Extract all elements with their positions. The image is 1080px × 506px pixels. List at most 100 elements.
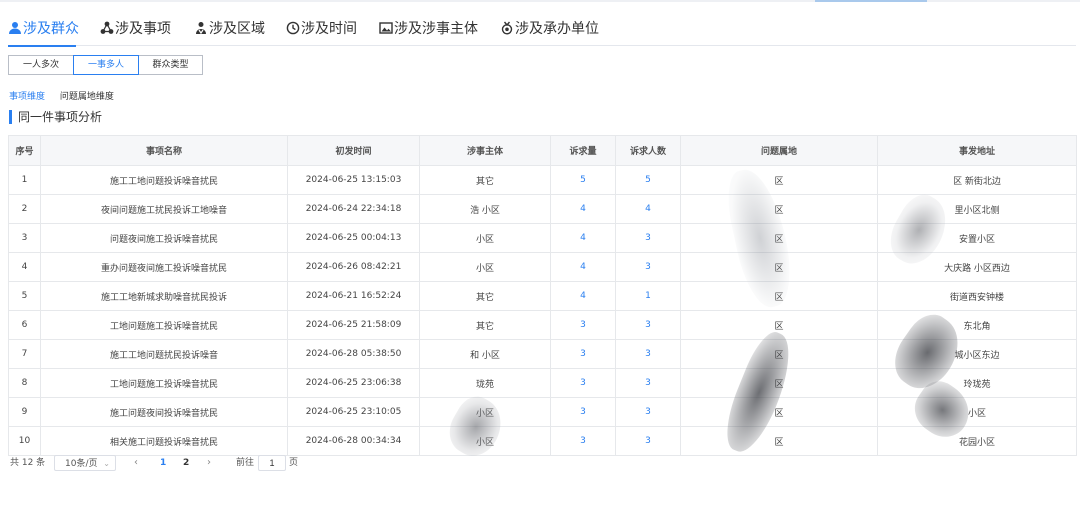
header-index[interactable]: 序号 [8,135,41,166]
page-1-button[interactable]: 1 [160,455,166,471]
cell-index: 3 [8,223,41,253]
cell-address: 城小区东边 [877,339,1077,369]
table-row[interactable]: 1 施工工地问题投诉噪音扰民 2024-06-25 13:15:03 其它 5 5 区区 新… [8,165,1077,195]
table-row[interactable]: 3 问题夜间施工投诉噪音扰民 2024-06-25 00:04:13 小区 4 3 区安置小… [8,223,1077,253]
cell-address: 小区 [877,397,1077,427]
cell-appeal-people[interactable]: 4 [615,194,681,224]
cell-area: 区 [680,252,878,282]
cell-appeal-people[interactable]: 3 [615,426,681,456]
cell-appeal-count[interactable]: 3 [550,397,616,427]
cell-appeal-people[interactable]: 3 [615,368,681,398]
segment-one-person-many-times[interactable]: 一人多次 [8,55,74,75]
page-2-button[interactable]: 2 [183,455,189,471]
cell-first-time: 2024-06-25 23:10:05 [287,397,420,427]
header-area[interactable]: 问题属地 [680,135,878,166]
tab-involved-unit[interactable]: 涉及承办单位 [500,18,599,46]
cell-matter-name: 工地问题施工投诉噪音扰民 [40,368,288,398]
table-row[interactable]: 4 重办问题夜间施工投诉噪音扰民 2024-06-26 08:42:21 小区 4 3 区大… [8,252,1077,282]
segment-one-matter-many-people[interactable]: 一事多人 [73,55,139,75]
cell-appeal-count[interactable]: 4 [550,281,616,311]
cell-matter-name: 施工工地问题投诉噪音扰民 [40,165,288,195]
cell-appeal-people[interactable]: 3 [615,223,681,253]
tab-involved-region[interactable]: 涉及区域 [194,18,265,46]
cell-address: 东北角 [877,310,1077,340]
table-row[interactable]: 2 夜间问题施工扰民投诉工地噪音 2024-06-24 22:34:18 浩 小区 4 4… [8,194,1077,224]
table-row[interactable]: 7 施工工地问题扰民投诉噪音 2024-06-28 05:38:50 和 小区 3 3 区城… [8,339,1077,369]
header-matter-name[interactable]: 事项名称 [40,135,288,166]
table-row[interactable]: 9 施工问题夜间投诉噪音扰民 2024-06-25 23:10:05 小区 3 3 区小区 [8,397,1077,427]
prev-page-icon[interactable]: ‹ [134,455,138,471]
cell-index: 10 [8,426,41,456]
tab-label: 涉及群众 [23,21,79,37]
table-row[interactable]: 8 工地问题施工投诉噪音扰民 2024-06-25 23:06:38 珑苑 3 3 区玲珑苑 [8,368,1077,398]
table-row[interactable]: 5 施工工地新城求助噪音扰民投诉 2024-06-21 16:52:24 其它 4 1 区街… [8,281,1077,311]
tab-involved-people[interactable]: 涉及群众 [8,18,79,47]
cell-subject: 珑苑 [419,368,551,398]
medal-icon [501,21,513,35]
cell-matter-name: 相关施工问题投诉噪音扰民 [40,426,288,456]
header-appeal-people[interactable]: 诉求人数 [615,135,681,166]
main-tab-bar: 涉及群众 涉及事项 涉及区域 涉及时间 涉及涉事主体 涉及承办单位 [8,18,1076,47]
cell-matter-name: 问题夜间施工投诉噪音扰民 [40,223,288,253]
tab-label: 涉及时间 [301,21,357,37]
matter-analysis-table: 序号 事项名称 初发时间 涉事主体 诉求量 诉求人数 问题属地 事发地址 1 施工… [8,135,1077,456]
cell-appeal-people[interactable]: 3 [615,397,681,427]
cell-appeal-count[interactable]: 5 [550,165,616,195]
cell-first-time: 2024-06-25 21:58:09 [287,310,420,340]
jump-suffix: 页 [289,458,299,468]
cell-first-time: 2024-06-26 08:42:21 [287,252,420,282]
next-page-icon[interactable]: › [207,455,211,471]
page-size-select[interactable]: 10条/页 ⌄ [54,455,116,471]
cell-index: 6 [8,310,41,340]
cell-appeal-count[interactable]: 3 [550,310,616,340]
header-subject[interactable]: 涉事主体 [419,135,551,166]
header-first-time[interactable]: 初发时间 [287,135,420,166]
cell-appeal-people[interactable]: 5 [615,165,681,195]
cell-first-time: 2024-06-25 13:15:03 [287,165,420,195]
tab-matter-dimension[interactable]: 事项维度 [9,92,45,102]
header-address[interactable]: 事发地址 [877,135,1077,166]
cell-index: 1 [8,165,41,195]
tab-location-dimension[interactable]: 问题属地维度 [60,92,114,102]
header-appeal-count[interactable]: 诉求量 [550,135,616,166]
cell-area: 区 [680,223,878,253]
tab-involved-matters[interactable]: 涉及事项 [100,18,171,46]
tab-involved-subject[interactable]: 涉及涉事主体 [379,18,478,46]
segment-people-type[interactable]: 群众类型 [138,55,203,75]
section-title: 同一件事项分析 [9,110,102,124]
cell-first-time: 2024-06-25 00:04:13 [287,223,420,253]
cell-matter-name: 施工工地问题扰民投诉噪音 [40,339,288,369]
cell-index: 2 [8,194,41,224]
person-icon [9,22,21,34]
table-header-row: 序号 事项名称 初发时间 涉事主体 诉求量 诉求人数 问题属地 事发地址 [8,135,1077,166]
cell-subject: 小区 [419,223,551,253]
dimension-tabs: 事项维度 问题属地维度 [9,89,126,102]
cell-appeal-count[interactable]: 4 [550,223,616,253]
jump-prefix: 前往 [236,458,255,468]
table-row[interactable]: 10 相关施工问题投诉噪音扰民 2024-06-28 00:34:34 小区 3 3 区花园… [8,426,1077,456]
table-row[interactable]: 6 工地问题施工投诉噪音扰民 2024-06-25 21:58:09 其它 3 3 区东北角 [8,310,1077,340]
cell-area: 区 [680,426,878,456]
cell-address: 安置小区 [877,223,1077,253]
cell-appeal-people[interactable]: 3 [615,252,681,282]
jump-page-input[interactable] [258,455,286,471]
cell-appeal-count[interactable]: 3 [550,368,616,398]
cell-appeal-people[interactable]: 3 [615,339,681,369]
cell-address: 玲珑苑 [877,368,1077,398]
cell-subject: 小区 [419,426,551,456]
cell-matter-name: 施工工地新城求助噪音扰民投诉 [40,281,288,311]
cell-first-time: 2024-06-28 00:34:34 [287,426,420,456]
cell-appeal-people[interactable]: 3 [615,310,681,340]
cell-address: 里小区北侧 [877,194,1077,224]
clock-icon [286,21,300,35]
cell-appeal-count[interactable]: 3 [550,339,616,369]
cell-appeal-count[interactable]: 4 [550,194,616,224]
cell-appeal-count[interactable]: 4 [550,252,616,282]
tab-involved-time[interactable]: 涉及时间 [286,18,357,46]
cell-area: 区 [680,397,878,427]
cell-index: 8 [8,368,41,398]
cell-appeal-people[interactable]: 1 [615,281,681,311]
cell-subject: 其它 [419,281,551,311]
cell-appeal-count[interactable]: 3 [550,426,616,456]
cell-index: 9 [8,397,41,427]
